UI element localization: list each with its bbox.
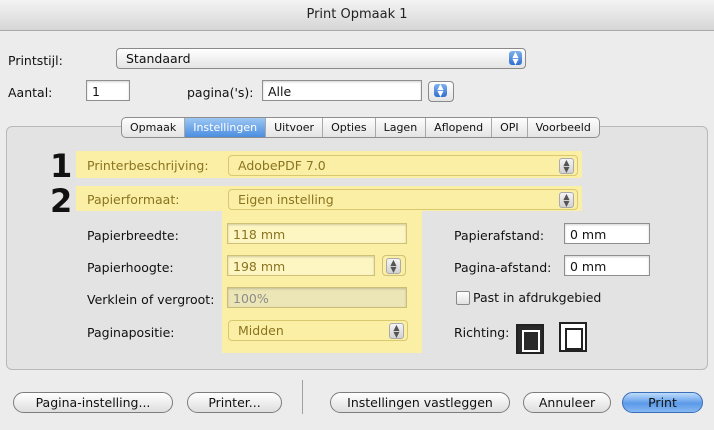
page-setup-button[interactable]: Pagina-instelling...	[13, 392, 173, 413]
tab-lagen[interactable]: Lagen	[376, 118, 427, 137]
portrait-orientation-icon[interactable]	[516, 324, 544, 354]
printer-button[interactable]: Printer...	[187, 392, 282, 413]
tab-voorbeeld[interactable]: Voorbeeld	[528, 118, 599, 137]
popup-arrows-icon: ▲ ▼	[389, 323, 404, 339]
popup-arrows-icon: ▲ ▼	[559, 158, 574, 174]
printer-popup[interactable]: AdobePDF 7.0 ▲ ▼	[228, 155, 578, 176]
orientation-label: Richting:	[454, 325, 510, 340]
annotation-number-2: 2	[50, 182, 73, 220]
print-button[interactable]: Print	[622, 392, 703, 413]
paper-height-stepper[interactable]: ▲ ▼	[382, 255, 406, 276]
paper-label: Papierformaat:	[87, 192, 180, 207]
page-gap-label: Pagina-afstand:	[454, 260, 552, 275]
tab-opmaak[interactable]: Opmaak	[122, 118, 186, 137]
paper-gap-input[interactable]: 0 mm	[564, 223, 650, 244]
print-dialog-window: Print Opmaak 1 Printstijl: Standaard ▲ ▼ …	[0, 0, 714, 430]
tab-instellingen[interactable]: Instellingen	[185, 118, 267, 137]
printer-label: Printerbeschrijving:	[87, 158, 209, 173]
page-gap-input[interactable]: 0 mm	[564, 255, 650, 276]
button-separator	[302, 380, 303, 414]
landscape-orientation-icon[interactable]	[559, 322, 587, 352]
fit-checkbox-label: Past in afdrukgebied	[473, 290, 602, 305]
tab-opi[interactable]: OPI	[492, 118, 528, 137]
print-style-value: Standaard	[126, 51, 191, 66]
popup-arrows-icon: ▲ ▼	[559, 192, 574, 208]
print-style-popup[interactable]: Standaard ▲ ▼	[116, 48, 526, 69]
tab-aflopend[interactable]: Aflopend	[426, 118, 493, 137]
paper-width-label: Papierbreedte:	[87, 228, 179, 243]
annotation-number-1: 1	[50, 147, 73, 185]
paper-height-label: Papierhoogte:	[87, 260, 174, 275]
paper-height-input[interactable]: 198 mm	[227, 255, 375, 276]
title-bar: Print Opmaak 1	[0, 0, 714, 31]
scale-label: Verklein of vergroot:	[87, 292, 215, 307]
paper-width-input[interactable]: 118 mm	[227, 223, 407, 244]
fit-checkbox[interactable]	[456, 291, 470, 305]
print-style-label: Printstijl:	[8, 53, 63, 68]
paper-gap-label: Papierafstand:	[454, 228, 545, 243]
stepper-arrows-icon: ▲ ▼	[386, 258, 401, 274]
page-position-label: Paginapositie:	[87, 325, 175, 340]
printer-value: AdobePDF 7.0	[238, 158, 326, 173]
paper-popup[interactable]: Eigen instelling ▲ ▼	[228, 189, 578, 210]
scale-input[interactable]: 100%	[227, 287, 407, 308]
pages-label: pagina('s):	[187, 85, 254, 100]
pages-input[interactable]: Alle	[262, 80, 422, 101]
tab-bar: Opmaak Instellingen Uitvoer Opties Lagen…	[121, 117, 600, 138]
page-position-value: Midden	[238, 323, 284, 338]
save-settings-button[interactable]: Instellingen vastleggen	[330, 392, 510, 413]
paper-value: Eigen instelling	[238, 192, 334, 207]
tab-opties[interactable]: Opties	[323, 118, 376, 137]
copies-label: Aantal:	[8, 85, 53, 100]
stepper-arrows-icon: ▲ ▼	[434, 83, 447, 97]
page-position-popup[interactable]: Midden ▲ ▼	[228, 320, 408, 341]
window-title: Print Opmaak 1	[306, 7, 408, 22]
tab-uitvoer[interactable]: Uitvoer	[266, 118, 324, 137]
copies-input[interactable]: 1	[86, 80, 130, 101]
popup-arrows-icon: ▲ ▼	[509, 51, 522, 66]
pages-stepper[interactable]: ▲ ▼	[428, 81, 454, 102]
cancel-button[interactable]: Annuleer	[523, 392, 611, 413]
